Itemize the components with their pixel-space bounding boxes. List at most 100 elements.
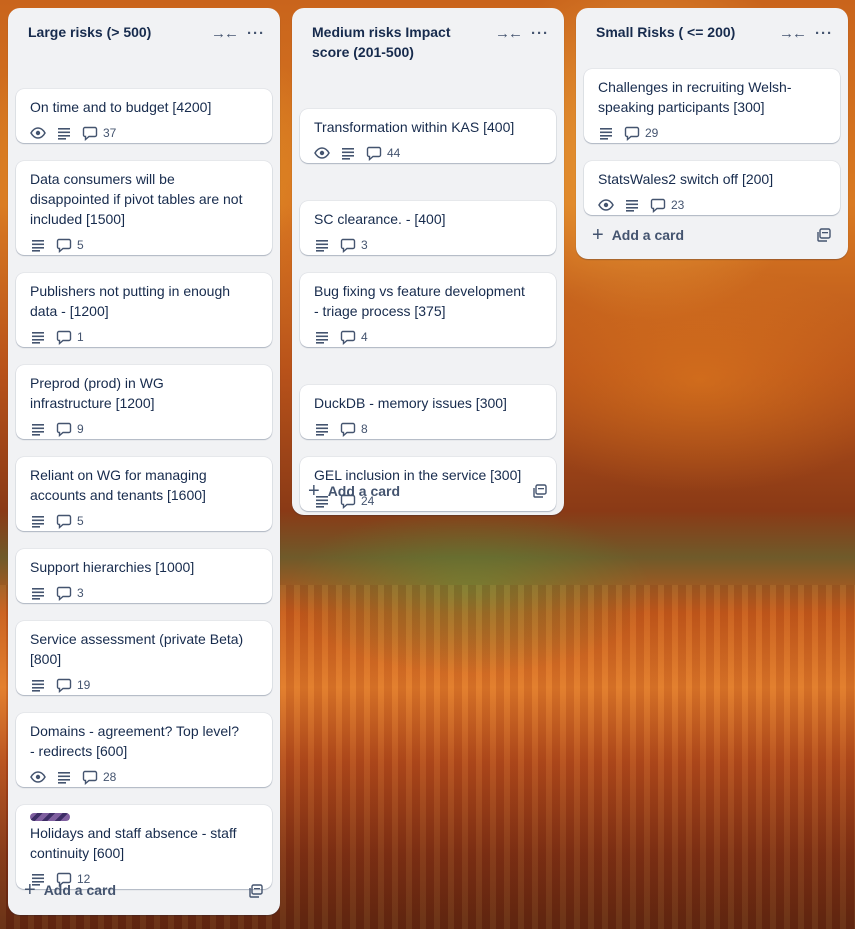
card[interactable]: On time and to budget [4200] 37 [16, 89, 272, 143]
comment-count-badge: 5 [56, 513, 84, 529]
comment-icon [340, 421, 356, 437]
description-icon [314, 237, 330, 253]
list-menu-button[interactable]: ··· [528, 21, 552, 45]
card-label[interactable] [30, 813, 70, 821]
description-icon [30, 237, 46, 253]
comment-icon [650, 197, 666, 213]
collapse-list-button[interactable]: →← [779, 21, 807, 45]
comment-count-badge: 44 [366, 145, 400, 161]
card[interactable]: Challenges in recruiting Welsh-speaking … [584, 69, 840, 143]
comment-count-badge: 19 [56, 677, 90, 693]
add-card-label: Add a card [43, 882, 117, 898]
add-card-label: Add a card [327, 483, 401, 499]
list-menu-button[interactable]: ··· [244, 21, 268, 45]
description-icon [30, 513, 46, 529]
template-icon[interactable] [816, 227, 834, 245]
comment-icon [56, 677, 72, 693]
card[interactable]: Data consumers will be disappointed if p… [16, 161, 272, 255]
description-icon [314, 421, 330, 437]
description-icon [598, 125, 614, 141]
description-icon [56, 125, 72, 141]
list-menu-button[interactable]: ··· [812, 21, 836, 45]
card-badges: 44 [314, 143, 544, 163]
collapse-list-button[interactable]: →← [495, 21, 523, 45]
card-badges: 3 [314, 235, 544, 255]
add-card-button[interactable]: + Add a card [584, 219, 840, 251]
card[interactable]: Preprod (prod) in WG infrastructure [120… [16, 365, 272, 439]
eye-icon [30, 125, 46, 141]
list-title[interactable]: Medium risks Impact score (201-500) [292, 8, 564, 62]
add-card-button[interactable]: + Add a card [16, 874, 272, 906]
description-icon [30, 329, 46, 345]
card[interactable]: StatsWales2 switch off [200] 23 [584, 161, 840, 215]
card-title: DuckDB - memory issues [300] [314, 395, 507, 411]
comment-icon [56, 585, 72, 601]
card-title: Holidays and staff absence - staff conti… [30, 825, 237, 861]
card[interactable]: Publishers not putting in enough data - … [16, 273, 272, 347]
collapse-list-button[interactable]: →← [211, 21, 239, 45]
plus-icon: + [308, 480, 320, 502]
list-title[interactable]: Large risks (> 500) [8, 8, 280, 42]
add-card-button[interactable]: + Add a card [300, 475, 556, 507]
description-icon [340, 145, 356, 161]
card-badges: 4 [314, 327, 544, 347]
comment-count: 4 [361, 330, 368, 344]
comment-count: 9 [77, 422, 84, 436]
list-small-risks: Small Risks ( <= 200) →← ··· Challenges … [576, 8, 848, 259]
card-title: Publishers not putting in enough data - … [30, 283, 231, 319]
card-title: Domains - agreement? Top level? - redire… [30, 723, 240, 759]
card-badges: 1 [30, 327, 260, 347]
comment-icon [340, 237, 356, 253]
comment-count: 1 [77, 330, 84, 344]
card[interactable]: DuckDB - memory issues [300] 8 [300, 385, 556, 439]
card[interactable]: Reliant on WG for managing accounts and … [16, 457, 272, 531]
card[interactable]: SC clearance. - [400] 3 [300, 201, 556, 255]
comment-icon [624, 125, 640, 141]
description-icon [30, 585, 46, 601]
comment-count-badge: 3 [56, 585, 84, 601]
card-title: Challenges in recruiting Welsh-speaking … [598, 79, 792, 115]
card-title: Transformation within KAS [400] [314, 119, 515, 135]
description-icon [30, 421, 46, 437]
card-badges: 8 [314, 419, 544, 439]
card-badges: 23 [598, 195, 828, 215]
comment-count-badge: 23 [650, 197, 684, 213]
description-icon [314, 329, 330, 345]
card-title: Data consumers will be disappointed if p… [30, 171, 243, 227]
comment-count: 37 [103, 126, 117, 140]
card-badges: 5 [30, 235, 260, 255]
comment-count-badge: 8 [340, 421, 368, 437]
template-icon[interactable] [532, 483, 550, 501]
card[interactable]: Support hierarchies [1000] 3 [16, 549, 272, 603]
card-title: On time and to budget [4200] [30, 99, 212, 115]
template-icon[interactable] [248, 883, 266, 901]
comment-count: 5 [77, 238, 84, 252]
comment-count: 44 [387, 146, 401, 160]
card-title: Reliant on WG for managing accounts and … [30, 467, 207, 503]
add-card-label: Add a card [611, 227, 685, 243]
comment-count: 23 [671, 198, 685, 212]
card-title: SC clearance. - [400] [314, 211, 446, 227]
card[interactable]: Bug fixing vs feature development - tria… [300, 273, 556, 347]
list-title[interactable]: Small Risks ( <= 200) [576, 8, 848, 42]
list-large-risks: Large risks (> 500) →← ··· On time and t… [8, 8, 280, 915]
card[interactable]: Transformation within KAS [400] 44 [300, 109, 556, 163]
comment-count: 5 [77, 514, 84, 528]
comment-icon [82, 125, 98, 141]
eye-icon [314, 145, 330, 161]
card[interactable]: Domains - agreement? Top level? - redire… [16, 713, 272, 787]
comment-count: 8 [361, 422, 368, 436]
card-badges: 3 [30, 583, 260, 603]
comment-count: 3 [77, 586, 84, 600]
card[interactable]: Service assessment (private Beta) [800] … [16, 621, 272, 695]
comment-icon [366, 145, 382, 161]
comment-count-badge: 1 [56, 329, 84, 345]
card-title: Bug fixing vs feature development - tria… [314, 283, 525, 319]
description-icon [624, 197, 640, 213]
comment-count: 3 [361, 238, 368, 252]
comment-count-badge: 5 [56, 237, 84, 253]
card-title: Service assessment (private Beta) [800] [30, 631, 244, 667]
description-icon [30, 677, 46, 693]
comment-icon [56, 237, 72, 253]
board: Large risks (> 500) →← ··· On time and t… [0, 0, 855, 929]
